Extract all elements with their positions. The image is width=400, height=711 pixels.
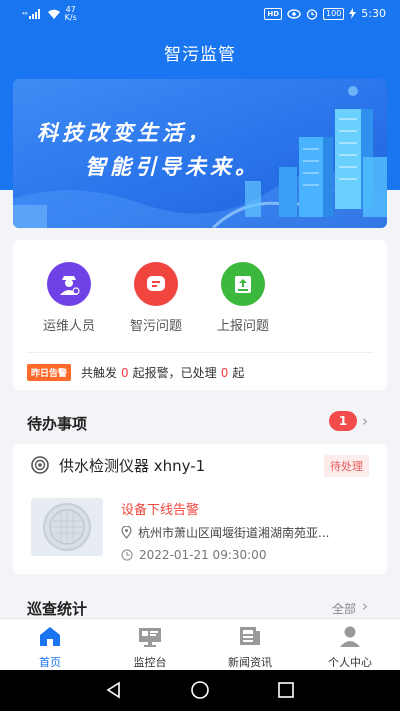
home-circle-icon[interactable] xyxy=(190,680,210,700)
signal-icon: ⁴⁶ xyxy=(22,9,43,19)
tab-home[interactable]: 首页 xyxy=(0,619,100,670)
timestamp: 2022-01-21 09:30:00 xyxy=(139,548,267,562)
system-navigation-bar xyxy=(0,670,400,711)
tab-profile[interactable]: 个人中心 xyxy=(300,619,400,670)
user-icon xyxy=(340,626,360,647)
back-icon[interactable] xyxy=(104,680,124,700)
promo-banner[interactable]: 科技改变生活， 智能引导未来。 xyxy=(13,79,387,228)
tab-label: 首页 xyxy=(39,656,61,669)
battery-icon: 100 xyxy=(323,7,345,20)
message-icon xyxy=(134,262,178,306)
alarm-triggered-count: 0 xyxy=(121,365,129,380)
address-text: 杭州市萧山区闻堰街道湘湖南苑亚... xyxy=(138,526,330,540)
alarm-text-prefix: 共触发 xyxy=(81,366,118,380)
yesterday-alarm-badge: 昨日告警 xyxy=(27,364,72,381)
bottom-tab-bar: 首页 监控台 新闻资讯 个人中心 xyxy=(0,618,400,670)
divider xyxy=(27,352,373,353)
hd-badge: HD xyxy=(264,7,283,20)
quick-action-label: 智污问题 xyxy=(129,319,182,334)
quick-action-issues[interactable]: 智污问题 xyxy=(116,262,196,334)
charging-icon xyxy=(349,8,357,19)
location-pin-icon xyxy=(121,526,132,539)
tab-label: 监控台 xyxy=(133,656,167,669)
maintenance-worker-icon xyxy=(47,262,91,306)
device-icon xyxy=(31,456,49,474)
upload-icon xyxy=(221,262,265,306)
page-title: 智污监管 xyxy=(164,45,236,65)
alarm-text-middle: 起报警，已处理 xyxy=(132,366,217,380)
recent-apps-icon[interactable] xyxy=(276,680,296,700)
tab-news[interactable]: 新闻资讯 xyxy=(200,619,300,670)
view-all-link[interactable]: 全部 xyxy=(332,600,356,617)
quick-action-label: 运维人员 xyxy=(42,319,95,334)
banner-slogan-line2: 智能引导未来。 xyxy=(85,155,260,179)
inspection-section-title: 巡查统计 xyxy=(27,600,88,618)
tab-monitor[interactable]: 监控台 xyxy=(100,619,200,670)
quick-action-label: 上报问题 xyxy=(216,319,269,334)
home-icon xyxy=(40,627,60,646)
quick-action-report[interactable]: 上报问题 xyxy=(203,262,283,334)
wifi-icon xyxy=(47,9,60,19)
alarm-type: 设备下线告警 xyxy=(121,503,200,518)
alarm-handled-count: 0 xyxy=(220,365,229,380)
banner-slogan-line1: 科技改变生活， xyxy=(37,121,212,145)
clock: 5:30 xyxy=(361,7,386,20)
chevron-right-icon[interactable]: › xyxy=(362,597,368,615)
clock-icon xyxy=(121,549,133,561)
network-speed: 47 K/s xyxy=(64,5,77,22)
status-badge: 待处理 xyxy=(324,455,369,477)
eye-icon xyxy=(287,8,301,19)
news-icon xyxy=(240,627,260,645)
todo-section-title: 待办事项 xyxy=(27,415,88,433)
tab-label: 新闻资讯 xyxy=(228,656,272,669)
todo-item-card[interactable]: 供水检测仪器 xhny-1 待处理 设备下线告警 杭州市萧山区闻堰街道湘湖南苑亚… xyxy=(13,444,387,574)
manhole-thumbnail xyxy=(31,498,103,556)
quick-action-maintenance[interactable]: 运维人员 xyxy=(29,262,109,334)
status-bar: ⁴⁶ 47 K/s HD 100 5:30 xyxy=(0,0,400,30)
alarm-summary: 昨日告警 共触发 0 起报警，已处理 0 起 xyxy=(27,364,244,381)
chevron-right-icon[interactable]: › xyxy=(362,412,368,430)
alarm-text-suffix: 起 xyxy=(232,366,245,380)
quick-actions-card: 运维人员 智污问题 上报问题 昨日告警 共触发 0 起报警，已处理 0 起 xyxy=(13,240,387,390)
alarm-clock-icon xyxy=(306,8,318,20)
tab-label: 个人中心 xyxy=(328,656,372,669)
monitor-icon xyxy=(139,628,161,647)
todo-count-badge[interactable]: 1 xyxy=(329,411,357,431)
address-row: 杭州市萧山区闻堰街道湘湖南苑亚... xyxy=(121,524,329,541)
time-row: 2022-01-21 09:30:00 xyxy=(121,548,266,562)
device-name: 供水检测仪器 xhny-1 xyxy=(59,457,206,475)
